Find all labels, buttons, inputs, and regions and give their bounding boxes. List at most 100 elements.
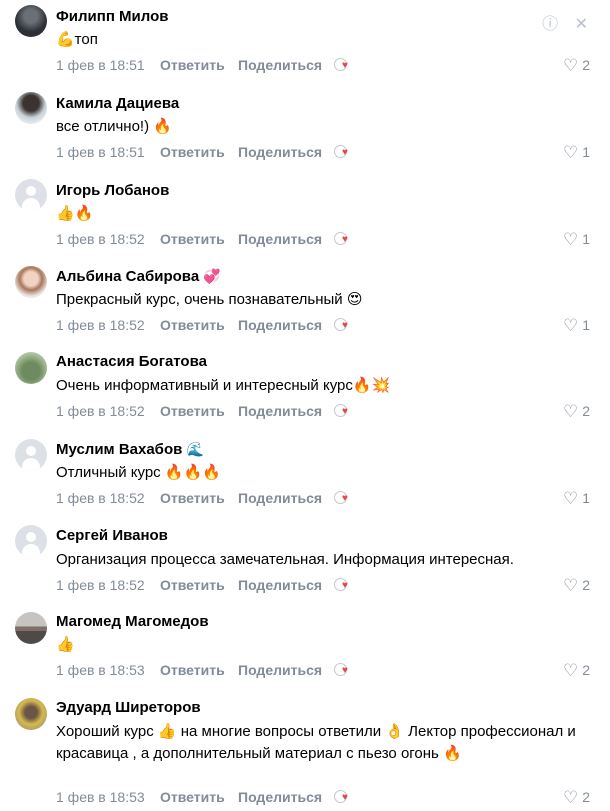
- reaction-icon[interactable]: ♥: [334, 663, 354, 677]
- author-name[interactable]: Анастасия Богатова: [56, 353, 207, 371]
- avatar[interactable]: [15, 698, 47, 730]
- comment-meta: 1 фев в 18:52 Ответить Поделиться ♥: [56, 230, 354, 248]
- author-name: Альбина Сабирова 💞: [56, 267, 221, 286]
- avatar[interactable]: [15, 179, 47, 211]
- share-button[interactable]: Поделиться: [238, 576, 334, 594]
- share-button[interactable]: Поделиться: [238, 661, 334, 679]
- reply-button[interactable]: Ответить: [160, 316, 238, 334]
- comment-meta: 1 фев в 18:51 Ответить Поделиться ♥: [56, 143, 354, 161]
- comment-meta: 1 фев в 18:52 Ответить Поделиться ♥: [56, 402, 354, 420]
- reply-button[interactable]: Ответить: [160, 576, 238, 594]
- reaction-icon[interactable]: ♥: [334, 578, 354, 592]
- author-name[interactable]: Эдуард Ширеторов: [56, 699, 201, 717]
- heart-outline-icon: ♡: [562, 143, 579, 162]
- share-button[interactable]: Поделиться: [238, 402, 334, 420]
- share-button[interactable]: Поделиться: [238, 489, 334, 507]
- comment-meta: 1 фев в 18:53 Ответить Поделиться ♥: [56, 661, 354, 679]
- comment-text: 💪топ: [56, 31, 98, 48]
- like-button[interactable]: ♡ 2: [563, 788, 590, 807]
- heart-outline-icon: ♡: [562, 489, 579, 508]
- like-count: 2: [582, 57, 590, 73]
- author-name[interactable]: Камила Дациева: [56, 95, 179, 113]
- avatar[interactable]: [15, 92, 47, 124]
- like-count: 1: [582, 231, 590, 247]
- heart-outline-icon: ♡: [562, 788, 579, 807]
- author-name[interactable]: Игорь Лобанов: [56, 182, 169, 200]
- status-badge: 💞: [203, 268, 221, 284]
- author-name: Муслим Вахабов 🌊: [56, 440, 204, 459]
- like-button[interactable]: ♡ 1: [563, 489, 590, 508]
- author-name-text[interactable]: Муслим Вахабов: [56, 441, 182, 458]
- reply-button[interactable]: Ответить: [160, 788, 238, 806]
- like-count: 2: [582, 789, 590, 805]
- comment-text: Хороший курс 👍 на многие вопросы ответил…: [56, 723, 576, 762]
- comment-date[interactable]: 1 фев в 18:52: [56, 230, 160, 248]
- share-button[interactable]: Поделиться: [238, 316, 334, 334]
- comment-text: Отличный курс 🔥🔥🔥: [56, 464, 221, 481]
- like-count: 1: [582, 490, 590, 506]
- comment-date[interactable]: 1 фев в 18:52: [56, 402, 160, 420]
- reaction-icon[interactable]: ♥: [334, 232, 354, 246]
- comment-date[interactable]: 1 фев в 18:52: [56, 489, 160, 507]
- like-button[interactable]: ♡ 1: [563, 143, 590, 162]
- avatar[interactable]: [15, 5, 47, 37]
- comment-meta: 1 фев в 18:52 Ответить Поделиться ♥: [56, 489, 354, 507]
- heart-outline-icon: ♡: [562, 230, 579, 249]
- like-button[interactable]: ♡ 2: [563, 56, 590, 75]
- reply-button[interactable]: Ответить: [160, 489, 238, 507]
- comment-date[interactable]: 1 фев в 18:53: [56, 661, 160, 679]
- reply-button[interactable]: Ответить: [160, 230, 238, 248]
- reaction-icon[interactable]: ♥: [334, 790, 354, 804]
- reaction-icon[interactable]: ♥: [334, 491, 354, 505]
- comment-date[interactable]: 1 фев в 18:53: [56, 788, 160, 806]
- comment-meta: 1 фев в 18:52 Ответить Поделиться ♥: [56, 576, 354, 594]
- reaction-icon[interactable]: ♥: [334, 404, 354, 418]
- avatar[interactable]: [15, 612, 47, 644]
- share-button[interactable]: Поделиться: [238, 143, 334, 161]
- share-button[interactable]: Поделиться: [238, 788, 334, 806]
- heart-outline-icon: ♡: [562, 402, 579, 421]
- comment-meta: 1 фев в 18:51 Ответить Поделиться ♥: [56, 56, 354, 74]
- comment-meta: 1 фев в 18:52 Ответить Поделиться ♥: [56, 316, 354, 334]
- heart-outline-icon: ♡: [562, 661, 579, 680]
- reply-button[interactable]: Ответить: [160, 56, 238, 74]
- comments-feed: Филипп Милов ⓘ ✕ 💪топ 1 фев в 18:51 Ответ…: [0, 0, 610, 811]
- reaction-icon[interactable]: ♥: [334, 58, 354, 72]
- like-count: 2: [582, 403, 590, 419]
- avatar[interactable]: [15, 525, 47, 557]
- like-button[interactable]: ♡ 2: [563, 402, 590, 421]
- like-count: 1: [582, 317, 590, 333]
- comment-date[interactable]: 1 фев в 18:52: [56, 316, 160, 334]
- like-button[interactable]: ♡ 2: [563, 576, 590, 595]
- comment-text: Организация процесса замечательная. Инфо…: [56, 551, 514, 568]
- comment-text: 👍: [56, 636, 75, 653]
- reaction-icon[interactable]: ♥: [334, 318, 354, 332]
- heart-outline-icon: ♡: [562, 56, 579, 75]
- avatar[interactable]: [15, 266, 47, 298]
- author-name[interactable]: Магомед Магомедов: [56, 613, 209, 631]
- share-button[interactable]: Поделиться: [238, 56, 334, 74]
- avatar[interactable]: [15, 352, 47, 384]
- like-button[interactable]: ♡ 2: [563, 661, 590, 680]
- status-badge: 🌊: [186, 441, 204, 457]
- author-name[interactable]: Филипп Милов: [56, 8, 169, 26]
- like-count: 1: [582, 144, 590, 160]
- comment-date[interactable]: 1 фев в 18:51: [56, 143, 160, 161]
- reply-button[interactable]: Ответить: [160, 402, 238, 420]
- comment-meta: 1 фев в 18:53 Ответить Поделиться ♥: [56, 788, 354, 806]
- comment-date[interactable]: 1 фев в 18:52: [56, 576, 160, 594]
- reply-button[interactable]: Ответить: [160, 661, 238, 679]
- comment-text: все отлично!) 🔥: [56, 118, 172, 135]
- share-button[interactable]: Поделиться: [238, 230, 334, 248]
- like-count: 2: [582, 662, 590, 678]
- author-name[interactable]: Сергей Иванов: [56, 527, 168, 545]
- like-button[interactable]: ♡ 1: [563, 316, 590, 335]
- like-button[interactable]: ♡ 1: [563, 230, 590, 249]
- heart-outline-icon: ♡: [562, 316, 579, 335]
- reaction-icon[interactable]: ♥: [334, 145, 354, 159]
- comment-date[interactable]: 1 фев в 18:51: [56, 56, 160, 74]
- avatar[interactable]: [15, 439, 47, 471]
- comment-text: Прекрасный курс, очень познавательный 😍: [56, 291, 363, 308]
- reply-button[interactable]: Ответить: [160, 143, 238, 161]
- author-name-text[interactable]: Альбина Сабирова: [56, 268, 199, 285]
